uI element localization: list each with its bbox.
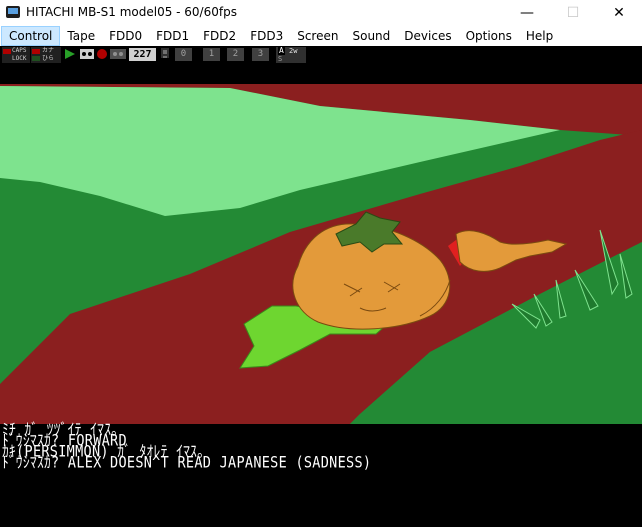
game-scene-image — [0, 84, 642, 424]
caps-label: CAPS — [12, 47, 27, 54]
minimize-icon: — — [520, 5, 534, 21]
app-icon — [6, 6, 20, 18]
console-output: ﾐﾁ ｶﾞ ﾂﾂﾞｲﾃ ｲﾏｽ｡ ﾄﾞｳｼﾏｽｶ? FORWARD ｶｷ(PER… — [2, 422, 640, 472]
menu-control[interactable]: Control — [1, 26, 61, 46]
fdd1-indicator: 1 — [203, 48, 220, 61]
mode-2w-label: 2w — [289, 47, 298, 55]
caps-led — [3, 49, 11, 54]
menu-devices[interactable]: Devices — [397, 26, 458, 46]
menu-fdd0[interactable]: FDD0 — [102, 26, 149, 46]
fdd2-indicator: 2 — [227, 48, 244, 61]
tape-record-icon[interactable] — [97, 49, 107, 59]
fdd0-indicator: 0 — [175, 48, 192, 61]
status-bar: CAPS LOCK カナ ひら 227 0 1 2 3 A 2w S — [0, 46, 642, 64]
menu-fdd3[interactable]: FDD3 — [243, 26, 290, 46]
menu-screen[interactable]: Screen — [290, 26, 345, 46]
maximize-icon: ☐ — [566, 5, 580, 21]
maximize-button[interactable]: ☐ — [550, 0, 596, 26]
lock-label: LOCK — [12, 55, 27, 62]
kana-indicator: カナ ひら — [31, 47, 61, 63]
menu-fdd2[interactable]: FDD2 — [196, 26, 243, 46]
menu-sound[interactable]: Sound — [345, 26, 397, 46]
emulator-screen[interactable]: ﾐﾁ ｶﾞ ﾂﾂﾞｲﾃ ｲﾏｽ｡ ﾄﾞｳｼﾏｽｶ? FORWARD ｶｷ(PER… — [0, 64, 642, 527]
fdd3-indicator: 3 — [252, 48, 269, 61]
tape-cassette-icon — [80, 49, 94, 59]
menu-help[interactable]: Help — [519, 26, 560, 46]
caps-lock-indicator: CAPS LOCK — [2, 47, 30, 63]
window-title: HITACHI MB-S1 model05 - 60/60fps — [26, 5, 237, 19]
tape-stop-icon[interactable] — [110, 49, 126, 59]
mode-a-label: A — [278, 46, 285, 55]
mode-indicator: A 2w S — [276, 47, 306, 63]
menu-fdd1[interactable]: FDD1 — [149, 26, 196, 46]
menu-bar: Control Tape FDD0 FDD1 FDD2 FDD3 Screen … — [0, 26, 642, 46]
mode-s-label: S — [278, 55, 283, 63]
console-line-4: ﾄﾞｳｼﾏｽｶ? ALEX DOESN^T READ JAPANESE (SAD… — [2, 453, 372, 472]
hira-label: ひら — [42, 55, 55, 62]
title-bar: HITACHI MB-S1 model05 - 60/60fps — ☐ ✕ — [0, 0, 642, 26]
minimize-button[interactable]: — — [504, 0, 550, 26]
close-icon: ✕ — [613, 5, 625, 21]
kana-led — [32, 49, 40, 54]
fdd-access-icon — [161, 48, 169, 58]
menu-options[interactable]: Options — [459, 26, 519, 46]
tape-play-icon[interactable] — [64, 49, 76, 59]
hira-led — [32, 56, 40, 61]
tape-counter: 227 — [129, 48, 156, 61]
close-button[interactable]: ✕ — [596, 0, 642, 26]
kana-label: カナ — [42, 47, 55, 54]
menu-tape[interactable]: Tape — [60, 26, 102, 46]
